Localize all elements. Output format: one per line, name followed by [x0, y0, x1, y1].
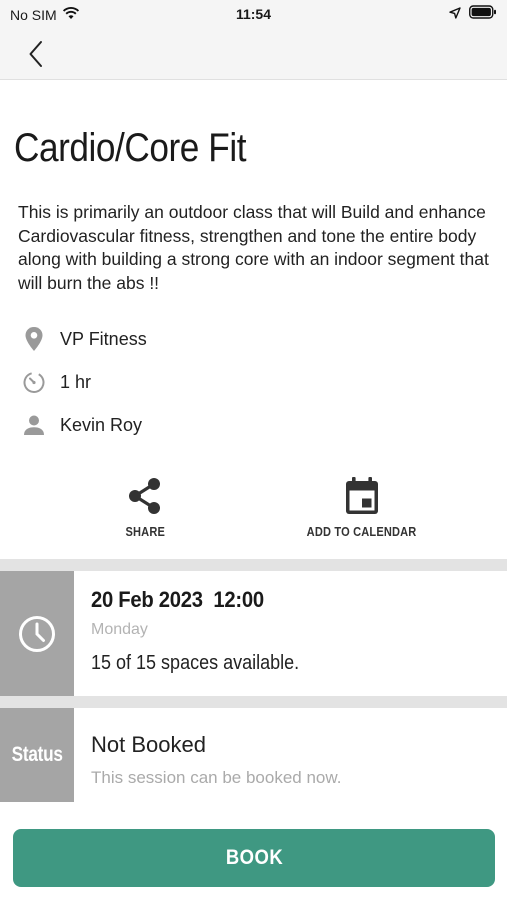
- location-row: VP Fitness: [20, 325, 147, 353]
- divider: [0, 696, 507, 708]
- booking-status-row: Status Not Booked This session can be bo…: [0, 708, 507, 802]
- book-button-label: BOOK: [225, 846, 283, 869]
- session-row: 20 Feb 2023 12:00 Monday 15 of 15 spaces…: [0, 571, 507, 696]
- clock-icon: [19, 615, 55, 652]
- booking-status-value: Not Booked: [91, 732, 206, 757]
- battery-icon: [469, 5, 497, 22]
- divider: [0, 559, 507, 571]
- location-arrow-icon: [449, 6, 461, 22]
- clock-time: 11:54: [235, 6, 272, 22]
- class-description: This is primarily an outdoor class that …: [18, 202, 489, 293]
- status-label: Status: [11, 743, 63, 766]
- navigation-bar: [0, 28, 507, 80]
- calendar-icon: [346, 477, 378, 514]
- location-label: VP Fitness: [60, 328, 147, 349]
- share-button[interactable]: SHARE: [95, 476, 195, 539]
- chevron-left-icon: [29, 41, 42, 67]
- session-day: Monday: [91, 621, 148, 638]
- person-icon: [20, 411, 48, 439]
- status-tile: Status: [0, 708, 74, 802]
- back-button[interactable]: [18, 36, 54, 72]
- duration-row: 1 hr: [20, 368, 91, 396]
- instructor-label: Kevin Roy: [60, 414, 143, 435]
- location-pin-icon: [20, 325, 48, 353]
- page-title: Cardio/Core Fit: [14, 126, 247, 170]
- share-icon: [129, 478, 160, 514]
- session-time-tile: [0, 571, 74, 696]
- session-date-time: 20 Feb 2023 12:00: [91, 587, 264, 612]
- duration-label: 1 hr: [60, 371, 92, 392]
- book-button[interactable]: BOOK: [13, 829, 495, 887]
- instructor-row: Kevin Roy: [20, 411, 142, 439]
- spaces-available: 15 of 15 spaces available.: [91, 652, 300, 674]
- status-bar: No SIM 11:54: [0, 0, 507, 28]
- booking-status-subtext: This session can be booked now.: [91, 768, 342, 787]
- add-to-calendar-button[interactable]: ADD TO CALENDAR: [292, 476, 432, 539]
- add-to-calendar-label: ADD TO CALENDAR: [307, 524, 417, 539]
- timer-icon: [20, 368, 48, 396]
- share-label: SHARE: [125, 524, 165, 539]
